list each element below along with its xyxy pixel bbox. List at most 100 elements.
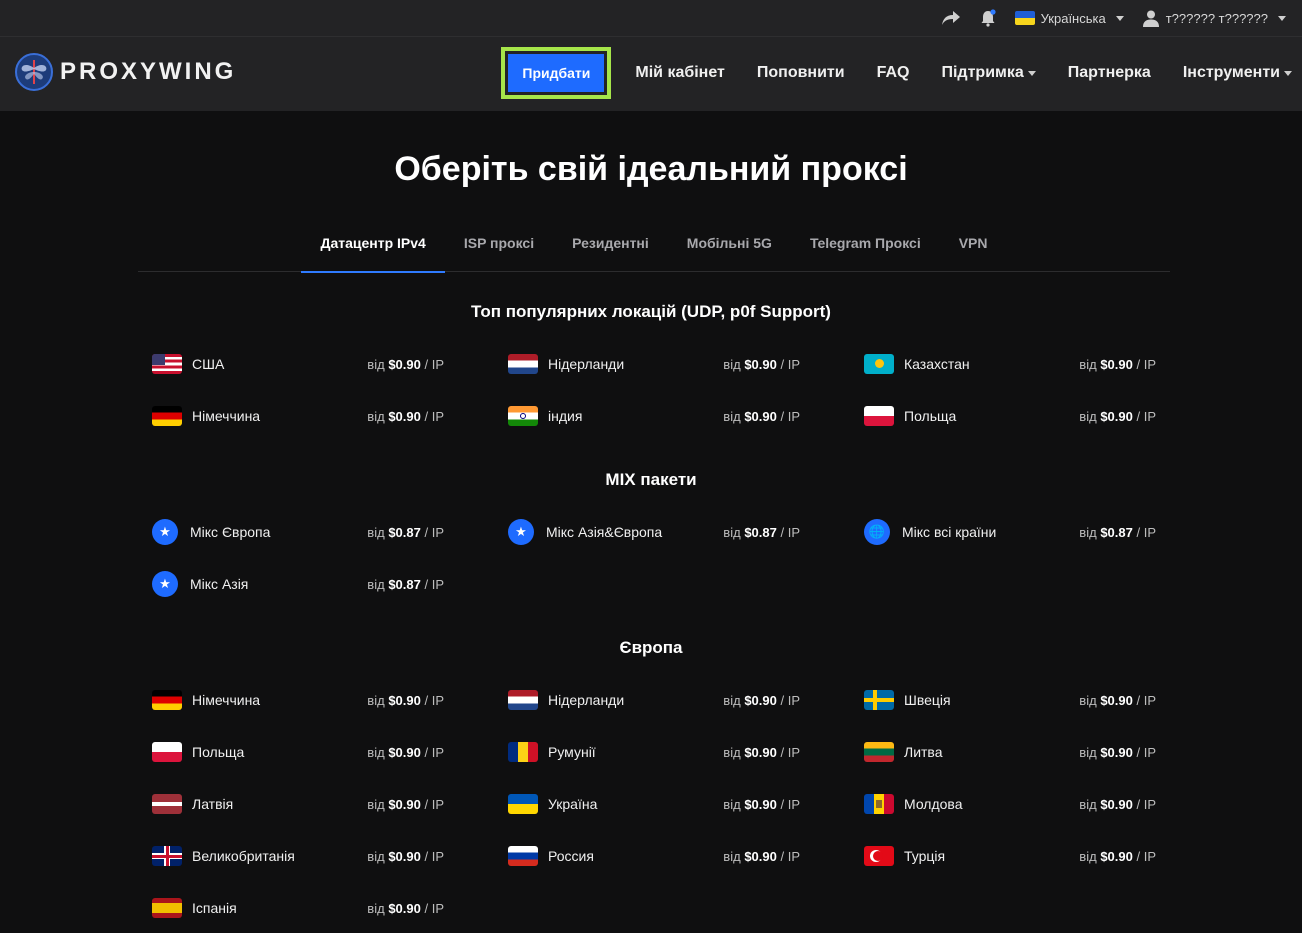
location-price: від $0.90 / IP bbox=[723, 797, 800, 812]
price-suffix: / IP bbox=[780, 408, 800, 424]
tab-isp[interactable]: ISP проксі bbox=[445, 222, 553, 272]
location-item[interactable]: індия від $0.90 / IP bbox=[508, 404, 800, 428]
price-suffix: / IP bbox=[780, 744, 800, 760]
price-suffix: / IP bbox=[780, 796, 800, 812]
location-item[interactable]: Нідерланди від $0.90 / IP bbox=[508, 688, 800, 712]
price-suffix: / IP bbox=[780, 848, 800, 864]
mix-region-icon: ★ bbox=[152, 571, 178, 597]
location-item[interactable]: ★ Мікс Європа від $0.87 / IP bbox=[152, 519, 444, 545]
ua-flag-icon bbox=[508, 794, 538, 814]
price-suffix: / IP bbox=[424, 408, 444, 424]
price-value: $0.90 bbox=[744, 356, 777, 372]
location-name: Казахстан bbox=[904, 356, 970, 372]
price-prefix: від bbox=[367, 408, 385, 424]
location-item[interactable]: ★ Мікс Азія від $0.87 / IP bbox=[152, 571, 444, 597]
location-name: Німеччина bbox=[192, 408, 261, 424]
price-suffix: / IP bbox=[780, 524, 800, 540]
price-value: $0.90 bbox=[1100, 356, 1133, 372]
location-name: Україна bbox=[548, 796, 598, 812]
price-suffix: / IP bbox=[780, 692, 800, 708]
chevron-down-icon bbox=[1027, 70, 1036, 76]
location-item[interactable]: Нідерланди від $0.90 / IP bbox=[508, 352, 800, 376]
tab-vpn[interactable]: VPN bbox=[940, 222, 1007, 272]
tab-mobile-5g[interactable]: Мобільні 5G bbox=[668, 222, 791, 272]
price-suffix: / IP bbox=[1136, 408, 1156, 424]
in-flag-icon bbox=[508, 406, 538, 426]
location-price: від $0.90 / IP bbox=[1079, 797, 1156, 812]
location-name: Польща bbox=[192, 744, 245, 760]
gb-flag-icon bbox=[152, 846, 182, 866]
location-item[interactable]: Німеччина від $0.90 / IP bbox=[152, 404, 444, 428]
bell-icon[interactable] bbox=[979, 9, 997, 27]
price-prefix: від bbox=[723, 692, 741, 708]
top-bar: Українська т?????? т?????? bbox=[0, 0, 1302, 36]
location-item[interactable]: Польща від $0.90 / IP bbox=[152, 740, 444, 764]
language-label: Українська bbox=[1040, 10, 1106, 26]
tab-datacenter-ipv4[interactable]: Датацентр IPv4 bbox=[301, 222, 446, 273]
language-selector[interactable]: Українська bbox=[1014, 10, 1124, 26]
user-menu[interactable]: т?????? т?????? bbox=[1142, 9, 1286, 27]
location-item[interactable]: США від $0.90 / IP bbox=[152, 352, 444, 376]
location-item[interactable]: Латвія від $0.90 / IP bbox=[152, 792, 444, 816]
location-row: Німеччина від $0.90 / IP Нідерланди від $0.… bbox=[152, 688, 1157, 712]
nav-support[interactable]: Підтримка bbox=[925, 64, 1051, 82]
location-row: Іспанія від $0.90 / IP bbox=[152, 896, 1157, 920]
price-suffix: / IP bbox=[1136, 796, 1156, 812]
pl-flag-icon bbox=[152, 742, 182, 762]
price-suffix: / IP bbox=[424, 576, 444, 592]
nav-partners[interactable]: Партнерка bbox=[1052, 64, 1167, 82]
location-price: від $0.90 / IP bbox=[367, 409, 444, 424]
price-value: $0.90 bbox=[1100, 692, 1133, 708]
tab-residential[interactable]: Резидентні bbox=[553, 222, 668, 272]
price-prefix: від bbox=[1079, 692, 1097, 708]
mix-region-icon: ★ bbox=[152, 519, 178, 545]
location-item[interactable]: Польща від $0.90 / IP bbox=[864, 404, 1156, 428]
nav-my-cabinet[interactable]: Мій кабінет bbox=[619, 64, 740, 82]
location-price: від $0.90 / IP bbox=[723, 849, 800, 864]
location-item[interactable]: Литва від $0.90 / IP bbox=[864, 740, 1156, 764]
price-prefix: від bbox=[367, 900, 385, 916]
location-item[interactable]: Великобританія від $0.90 / IP bbox=[152, 844, 444, 868]
price-suffix: / IP bbox=[780, 356, 800, 372]
location-name: Литва bbox=[904, 744, 943, 760]
location-item[interactable]: Швеція від $0.90 / IP bbox=[864, 688, 1156, 712]
location-item[interactable]: 🌐 Мікс всі країни від $0.87 / IP bbox=[864, 519, 1156, 545]
location-name: Німеччина bbox=[192, 692, 261, 708]
location-name: Великобританія bbox=[192, 848, 295, 864]
location-item[interactable]: Казахстан від $0.90 / IP bbox=[864, 352, 1156, 376]
chevron-down-icon bbox=[1284, 70, 1292, 76]
location-price: від $0.90 / IP bbox=[367, 357, 444, 372]
tr-flag-icon bbox=[864, 846, 894, 866]
price-value: $0.90 bbox=[388, 744, 421, 760]
location-item[interactable]: Іспанія від $0.90 / IP bbox=[152, 896, 444, 920]
location-item[interactable]: Турція від $0.90 / IP bbox=[864, 844, 1156, 868]
buy-button[interactable]: Придбати bbox=[508, 54, 605, 92]
location-item[interactable]: Румунії від $0.90 / IP bbox=[508, 740, 800, 764]
location-item[interactable]: Німеччина від $0.90 / IP bbox=[152, 688, 444, 712]
price-suffix: / IP bbox=[424, 692, 444, 708]
location-name: Румунії bbox=[548, 744, 596, 760]
price-suffix: / IP bbox=[424, 848, 444, 864]
de-flag-icon bbox=[152, 406, 182, 426]
price-value: $0.90 bbox=[388, 692, 421, 708]
nav-faq[interactable]: FAQ bbox=[861, 64, 926, 82]
location-row: Великобританія від $0.90 / IP Россия від $0… bbox=[152, 844, 1157, 868]
price-value: $0.90 bbox=[744, 796, 777, 812]
location-name: Россия bbox=[548, 848, 594, 864]
main-navbar: PROXYWING Придбати Мій кабінет Поповнити… bbox=[0, 36, 1302, 111]
location-name: Мікс всі країни bbox=[902, 524, 997, 540]
location-item[interactable]: Россия від $0.90 / IP bbox=[508, 844, 800, 868]
buy-button-highlight: Придбати bbox=[501, 47, 612, 99]
location-item[interactable]: Україна від $0.90 / IP bbox=[508, 792, 800, 816]
brand-logo[interactable]: PROXYWING bbox=[14, 52, 236, 92]
tab-telegram-proxy[interactable]: Telegram Проксі bbox=[791, 222, 940, 272]
location-price: від $0.90 / IP bbox=[367, 797, 444, 812]
location-price: від $0.90 / IP bbox=[723, 357, 800, 372]
nav-tools[interactable]: Інструменти bbox=[1167, 64, 1292, 82]
location-name: Іспанія bbox=[192, 900, 237, 916]
location-item[interactable]: ★ Мікс Азія&Європа від $0.87 / IP bbox=[508, 519, 800, 545]
share-icon[interactable] bbox=[941, 10, 961, 26]
price-prefix: від bbox=[723, 744, 741, 760]
location-item[interactable]: Молдова від $0.90 / IP bbox=[864, 792, 1156, 816]
nav-top-up[interactable]: Поповнити bbox=[741, 64, 861, 82]
